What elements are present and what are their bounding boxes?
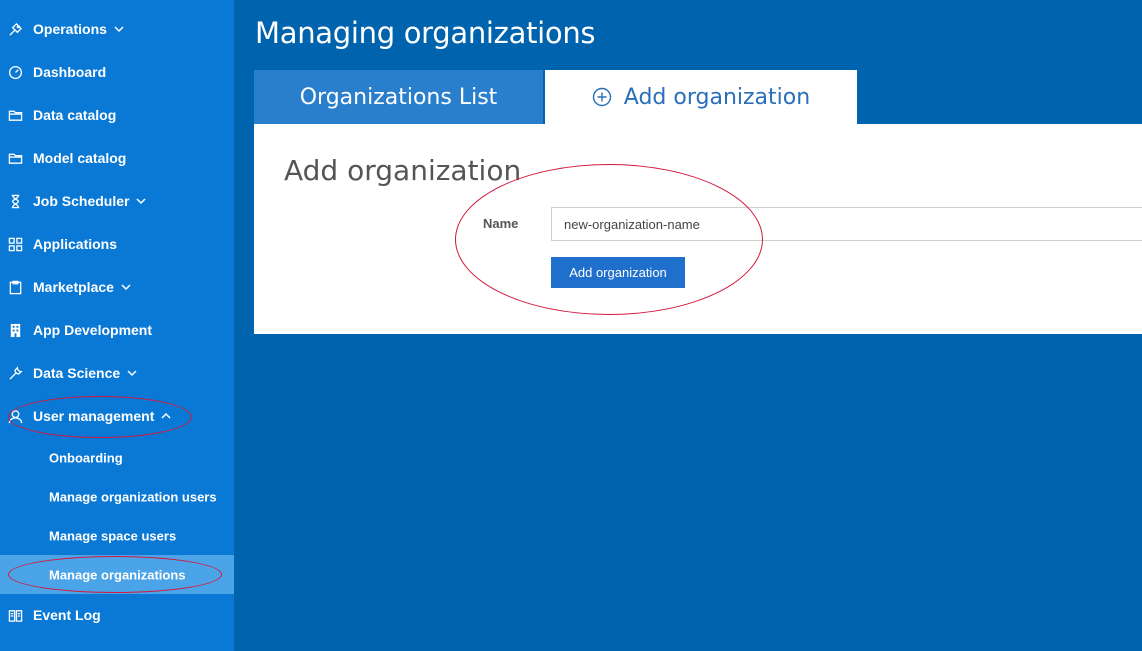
grid-icon [7,236,23,252]
building-icon [7,322,23,338]
sidebar-subitem-manage-organization-users[interactable]: Manage organization users [0,477,234,516]
sidebar-item-label: Event Log [33,607,101,623]
sidebar-item-operations[interactable]: Operations [0,9,234,49]
sidebar-item-user-management[interactable]: User management [0,396,234,436]
sidebar-item-label: Dashboard [33,64,107,80]
page-title: Managing organizations [255,16,596,50]
sidebar-item-event-log[interactable]: Event Log [0,595,234,635]
user-icon [7,408,23,424]
chevron-down-icon [136,197,148,207]
wrench-icon [7,365,23,381]
chevron-up-icon [161,412,173,422]
chevron-down-icon [121,283,133,293]
hourglass-icon [7,193,23,209]
sidebar-item-label: Data catalog [33,107,117,123]
sidebar-item-label: User management [33,408,155,424]
sidebar-item-label: Marketplace [33,279,114,295]
dashboard-icon [7,64,23,80]
chevron-down-icon [127,369,139,379]
sidebar-subitem-manage-organizations[interactable]: Manage organizations [0,555,234,594]
tab-add-organization[interactable]: Add organization [545,70,857,124]
sidebar-item-label: Job Scheduler [33,193,130,209]
sidebar-item-model-catalog[interactable]: Model catalog [0,138,234,178]
sidebar-item-label: Data Science [33,365,121,381]
sidebar-subitem-manage-space-users[interactable]: Manage space users [0,516,234,555]
form-heading: Add organization [284,154,522,187]
tab-label: Add organization [623,84,811,110]
sidebar-subitem-label: Onboarding [49,450,123,465]
folder-icon [7,107,23,123]
organization-name-input[interactable] [551,207,1142,241]
tab-label: Organizations List [299,84,498,110]
sidebar-item-dashboard[interactable]: Dashboard [0,52,234,92]
sidebar-item-app-development[interactable]: App Development [0,310,234,350]
sidebar-item-data-catalog[interactable]: Data catalog [0,95,234,135]
name-label: Name [483,216,519,231]
sidebar-item-job-scheduler[interactable]: Job Scheduler [0,181,234,221]
sidebar-item-data-science[interactable]: Data Science [0,353,234,393]
add-organization-button[interactable]: Add organization [551,257,685,288]
sidebar-item-label: App Development [33,322,153,338]
sidebar-subitem-label: Manage organizations [49,567,186,582]
sidebar-item-label: Model catalog [33,150,127,166]
operations-icon [7,21,23,37]
sidebar-item-label: Operations [33,21,107,37]
sidebar-subitem-onboarding[interactable]: Onboarding [0,438,234,477]
chevron-down-icon [114,25,126,35]
plus-circle-icon [592,87,612,107]
add-organization-panel: Add organization Name Add organization [254,124,1142,334]
sidebar: Operations Dashboard Data catalog Model … [0,0,234,651]
sidebar-item-label: Applications [33,236,118,252]
sidebar-item-applications[interactable]: Applications [0,224,234,264]
book-icon [7,607,23,623]
sidebar-item-marketplace[interactable]: Marketplace [0,267,234,307]
sidebar-subitem-label: Manage space users [49,528,177,543]
clipboard-icon [7,279,23,295]
sidebar-subitem-label: Manage organization users [49,489,217,504]
tab-organizations-list[interactable]: Organizations List [254,70,543,124]
folder-icon [7,150,23,166]
